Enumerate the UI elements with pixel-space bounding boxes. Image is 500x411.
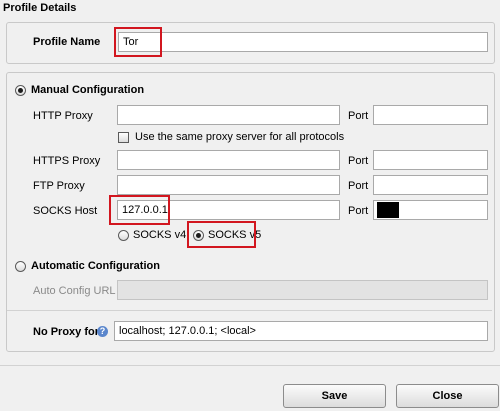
no-proxy-input[interactable]: localhost; 127.0.0.1; <local>: [114, 321, 488, 341]
https-port-label: Port: [348, 155, 369, 167]
http-port-label: Port: [348, 110, 369, 122]
auto-config-url-input[interactable]: [117, 280, 488, 300]
socks-host-highlight: [109, 195, 170, 225]
https-port-input[interactable]: [373, 150, 488, 170]
https-proxy-input[interactable]: [117, 150, 340, 170]
profile-name-highlight: [114, 27, 162, 57]
auto-config-radio[interactable]: [15, 261, 26, 272]
footer-separator: [0, 365, 500, 366]
save-button[interactable]: Save: [283, 384, 386, 408]
profile-name-input[interactable]: Tor: [118, 32, 488, 52]
auto-config-label[interactable]: Automatic Configuration: [31, 260, 160, 272]
socks-v4-label[interactable]: SOCKS v4: [133, 229, 186, 241]
manual-config-label[interactable]: Manual Configuration: [31, 84, 144, 96]
help-icon[interactable]: ?: [97, 326, 108, 337]
ftp-proxy-input[interactable]: [117, 175, 340, 195]
socks-port-redaction: [377, 202, 399, 218]
panel-divider: [7, 310, 492, 311]
socks-v4-radio[interactable]: [118, 230, 129, 241]
no-proxy-label: No Proxy for: [33, 326, 100, 338]
ftp-port-label: Port: [348, 180, 369, 192]
https-proxy-label: HTTPS Proxy: [33, 155, 101, 167]
http-proxy-input[interactable]: [117, 105, 340, 125]
profile-name-label: Profile Name: [33, 36, 101, 48]
http-port-input[interactable]: [373, 105, 488, 125]
same-proxy-label[interactable]: Use the same proxy server for all protoc…: [135, 131, 344, 143]
ftp-proxy-label: FTP Proxy: [33, 180, 85, 192]
manual-config-radio[interactable]: [15, 85, 26, 96]
close-button[interactable]: Close: [396, 384, 499, 408]
auto-config-url-label: Auto Config URL: [33, 285, 116, 297]
socks-v5-highlight: [187, 221, 256, 248]
page-title: Profile Details: [3, 2, 77, 14]
socks-host-label: SOCKS Host: [33, 205, 98, 217]
socks-port-label: Port: [348, 205, 369, 217]
ftp-port-input[interactable]: [373, 175, 488, 195]
same-proxy-checkbox[interactable]: [118, 132, 129, 143]
http-proxy-label: HTTP Proxy: [33, 110, 93, 122]
